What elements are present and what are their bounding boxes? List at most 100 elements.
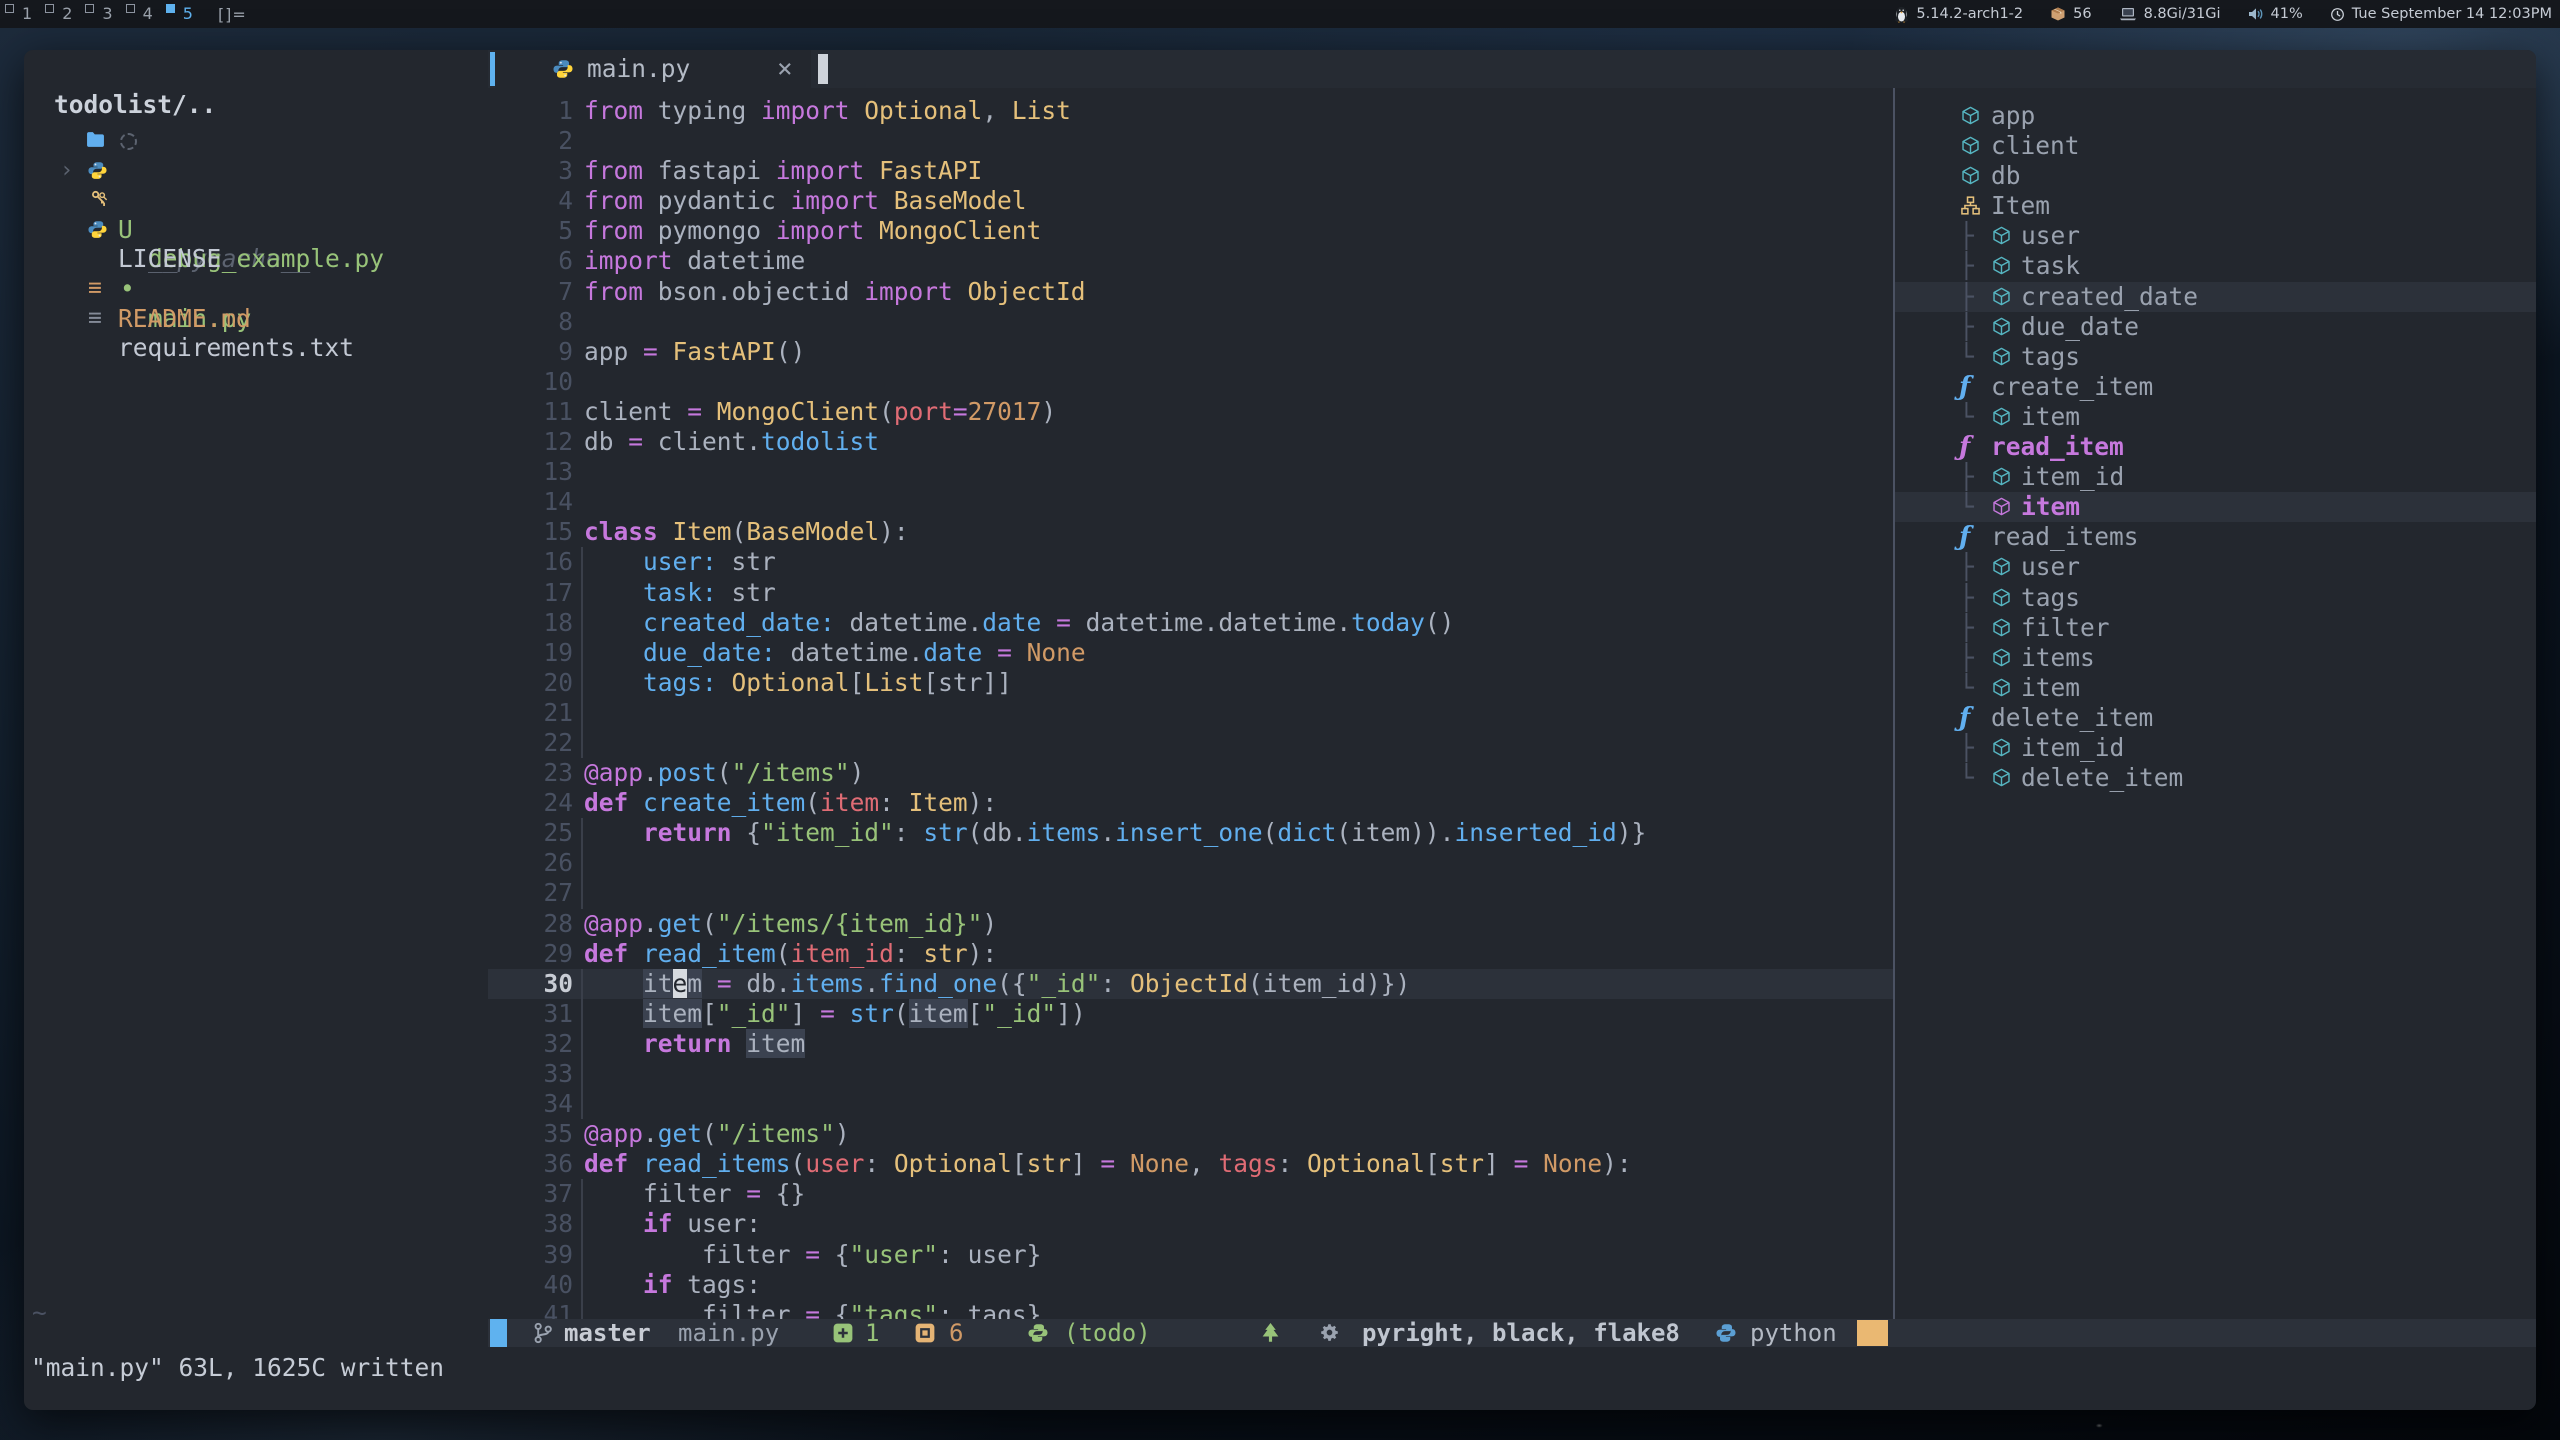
workspace-button-1[interactable]: 1 [5, 0, 32, 28]
symbol-item-app[interactable]: app [1895, 101, 2536, 131]
variable-cube-icon [1992, 407, 2011, 426]
code-line-40[interactable]: 40 if tags: [488, 1270, 1893, 1300]
symbol-item-user[interactable]: ├user [1895, 552, 2536, 582]
symbol-item-item[interactable]: └item [1895, 492, 2536, 522]
code-line-3[interactable]: 3from fastapi import FastAPI [488, 156, 1893, 186]
code-line-39[interactable]: 39 filter = {"user": user} [488, 1240, 1893, 1270]
symbol-item-Item[interactable]: Item [1895, 191, 2536, 221]
code-line-28[interactable]: 28@app.get("/items/{item_id}") [488, 909, 1893, 939]
code-line-20[interactable]: 20 tags: Optional[List[str]] [488, 668, 1893, 698]
symbol-item-item[interactable]: └item [1895, 402, 2536, 432]
code-line-7[interactable]: 7from bson.objectid import ObjectId [488, 277, 1893, 307]
symbol-label: Item [1991, 191, 2050, 221]
symbol-item-items[interactable]: ├items [1895, 643, 2536, 673]
code-line-12[interactable]: 12db = client.todolist [488, 427, 1893, 457]
code-line-14[interactable]: 14 [488, 487, 1893, 517]
code-line-36[interactable]: 36def read_items(user: Optional[str] = N… [488, 1149, 1893, 1179]
tree-item-main-py[interactable]: • main.py [24, 215, 488, 245]
kernel-version: 5.14.2-arch1-2 [1916, 6, 2023, 22]
code-line-38[interactable]: 38 if user: [488, 1209, 1893, 1239]
file-tree: todolist/.. › __pycache__ U debug_exampl… [24, 50, 488, 1319]
code-line-11[interactable]: 11client = MongoClient(port=27017) [488, 397, 1893, 427]
editor-buffer[interactable]: 1from typing import Optional, List23from… [488, 88, 1893, 1319]
folder-icon [86, 131, 105, 148]
symbol-item-task[interactable]: ├task [1895, 251, 2536, 281]
symbol-item-delete_item[interactable]: └delete_item [1895, 763, 2536, 793]
code-line-17[interactable]: 17 task: str [488, 578, 1893, 608]
code-line-21[interactable]: 21 [488, 698, 1893, 728]
code-line-33[interactable]: 33 [488, 1059, 1893, 1089]
variable-cube-icon [1961, 106, 1980, 125]
code-line-29[interactable]: 29def read_item(item_id: str): [488, 939, 1893, 969]
workspace-button-4[interactable]: 4 [126, 0, 153, 28]
code-line-5[interactable]: 5from pymongo import MongoClient [488, 216, 1893, 246]
code-line-1[interactable]: 1from typing import Optional, List [488, 96, 1893, 126]
code-line-13[interactable]: 13 [488, 457, 1893, 487]
tree-item-requirements[interactable]: ≡ requirements.txt [24, 274, 488, 304]
workspace-button-3[interactable]: 3 [85, 0, 112, 28]
close-icon[interactable]: × [777, 54, 793, 84]
code-text: import datetime [584, 246, 805, 276]
code-text: @app.get("/items") [584, 1119, 850, 1149]
code-line-30[interactable]: 30 item = db.items.find_one({"_id": Obje… [488, 969, 1893, 999]
code-line-25[interactable]: 25 return {"item_id": str(db.items.inser… [488, 818, 1893, 848]
workspace-button-2[interactable]: 2 [45, 0, 72, 28]
symbol-item-item_id[interactable]: ├item_id [1895, 462, 2536, 492]
code-line-41[interactable]: 41 filter = {"tags": tags} [488, 1300, 1893, 1319]
python-icon [88, 161, 107, 180]
code-line-23[interactable]: 23@app.post("/items") [488, 758, 1893, 788]
code-line-4[interactable]: 4from pydantic import BaseModel [488, 186, 1893, 216]
tabline-cursor [818, 54, 828, 84]
indent-guide [581, 969, 583, 999]
file-tree-root[interactable]: todolist/.. [54, 90, 216, 119]
workspace-button-5[interactable]: 5 [166, 0, 193, 28]
symbol-item-tags[interactable]: └tags [1895, 342, 2536, 372]
tree-connector: └ [1959, 763, 1974, 793]
symbol-item-db[interactable]: db [1895, 161, 2536, 191]
tree-item-readme[interactable]: ≡ README.md [24, 244, 488, 274]
code-line-10[interactable]: 10 [488, 367, 1893, 397]
symbol-item-due_date[interactable]: ├due_date [1895, 312, 2536, 342]
symbol-item-item_id[interactable]: ├item_id [1895, 733, 2536, 763]
indent-guide [581, 698, 583, 728]
code-line-19[interactable]: 19 due_date: datetime.date = None [488, 638, 1893, 668]
symbol-item-tags[interactable]: ├tags [1895, 583, 2536, 613]
code-text: app = FastAPI() [584, 337, 805, 367]
code-line-35[interactable]: 35@app.get("/items") [488, 1119, 1893, 1149]
layout-indicator[interactable]: []= [218, 5, 247, 24]
code-line-32[interactable]: 32 return item [488, 1029, 1893, 1059]
symbol-item-read_item[interactable]: ƒread_item [1895, 432, 2536, 462]
code-line-31[interactable]: 31 item["_id"] = str(item["_id"]) [488, 999, 1893, 1029]
symbol-item-item[interactable]: └item [1895, 673, 2536, 703]
code-line-24[interactable]: 24def create_item(item: Item): [488, 788, 1893, 818]
code-text: def read_items(user: Optional[str] = Non… [584, 1149, 1632, 1179]
code-line-18[interactable]: 18 created_date: datetime.date = datetim… [488, 608, 1893, 638]
symbol-item-create_item[interactable]: ƒcreate_item [1895, 372, 2536, 402]
symbol-item-filter[interactable]: ├filter [1895, 613, 2536, 643]
code-line-34[interactable]: 34 [488, 1089, 1893, 1119]
code-line-37[interactable]: 37 filter = {} [488, 1179, 1893, 1209]
code-line-15[interactable]: 15class Item(BaseModel): [488, 517, 1893, 547]
memory-usage: 8.8Gi/31Gi [2144, 6, 2221, 22]
variable-cube-icon [1992, 648, 2011, 667]
code-line-26[interactable]: 26 [488, 848, 1893, 878]
tree-item-debug-example[interactable]: U debug_example.py [24, 156, 488, 186]
code-line-2[interactable]: 2 [488, 126, 1893, 156]
code-line-27[interactable]: 27 [488, 878, 1893, 908]
variable-cube-icon [1992, 738, 2011, 757]
tree-item-pycache[interactable]: › __pycache__ [24, 126, 488, 156]
tree-item-license[interactable]: LICENSE [24, 185, 488, 215]
line-number: 39 [488, 1240, 573, 1270]
symbol-item-client[interactable]: client [1895, 131, 2536, 161]
symbol-item-created_date[interactable]: ├created_date [1895, 282, 2536, 312]
code-line-9[interactable]: 9app = FastAPI() [488, 337, 1893, 367]
symbol-item-read_items[interactable]: ƒread_items [1895, 522, 2536, 552]
symbol-item-user[interactable]: ├user [1895, 221, 2536, 251]
code-line-22[interactable]: 22 [488, 728, 1893, 758]
code-line-16[interactable]: 16 user: str [488, 547, 1893, 577]
symbol-item-delete_item[interactable]: ƒdelete_item [1895, 703, 2536, 733]
tab-main-py[interactable]: main.py × [495, 50, 811, 88]
code-line-6[interactable]: 6import datetime [488, 246, 1893, 276]
line-number: 40 [488, 1270, 573, 1300]
code-line-8[interactable]: 8 [488, 307, 1893, 337]
